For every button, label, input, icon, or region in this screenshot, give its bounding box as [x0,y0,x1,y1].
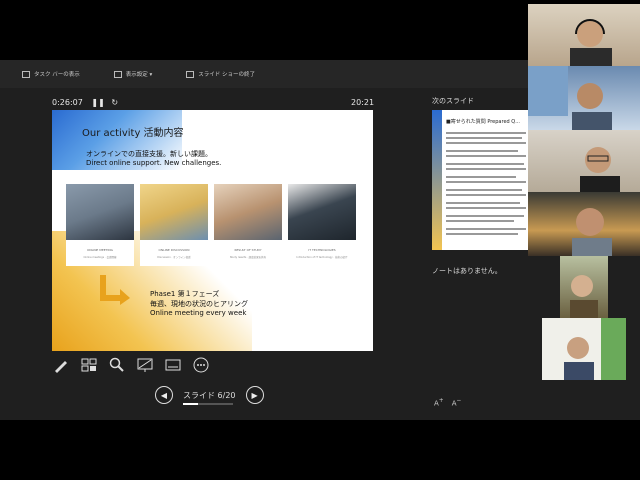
chevron-right-icon: ▶ [251,390,258,400]
next-slide-line [446,220,514,222]
next-slide-line [446,189,522,191]
photo-card: IT TECHNOLOGIES Introduction of IT techn… [288,184,356,266]
photo-subcaption: Study results · 調査結果を共有 [229,256,267,259]
person-avatar [570,275,598,318]
next-slide-line [446,150,518,152]
more-options-icon[interactable] [192,356,210,374]
taskbar-toggle-button[interactable]: タスク バーの表示 [22,70,80,78]
next-slide-preview[interactable]: ■寄せられた質問 Prepared Q... [432,110,532,250]
next-slide-line [446,142,526,144]
participant-video-3[interactable] [528,130,640,192]
photo-image [66,184,134,240]
slide-subtitle-en: Direct online support. New challenges. [86,159,222,167]
photo-card: ONLINE DISCUSSION Discussion · オンライン協議 [140,184,208,266]
next-slide-line [446,228,526,230]
slide-navigation: ◀ スライド 6/20 ▶ [155,386,264,405]
taskbar-label: タスク バーの表示 [34,72,80,78]
notes-font-controls: A+ A− [434,398,461,407]
participant-video-6[interactable] [542,318,626,380]
photo-caption: RESULT OF STUDY [234,248,262,252]
person-headset-avatar [570,19,612,66]
end-slideshow-label: スライド ショーの終了 [198,72,256,78]
person-avatar [564,337,594,380]
slide-photo-row: ONLINE MEETING Online meetings · 会議開催 ON… [66,184,356,266]
phase-jp: 毎週、現地の状況のヒアリング [150,299,248,308]
current-slide[interactable]: Our activity 活動内容 オンラインでの直接支援。新しい課題。 Dir… [52,110,373,351]
participant-video-5[interactable] [560,256,608,318]
phase-text: Phase1 第１フェーズ 毎週、現地の状況のヒアリング Online meet… [150,290,248,319]
photo-subcaption: Online meetings · 会議開催 [83,256,117,259]
participant-video-2[interactable] [528,66,640,130]
next-slide-title: ■寄せられた質問 Prepared Q... [446,119,520,125]
slide-subtitle: オンラインでの直接支援。新しい課題。 Direct online support… [86,150,221,168]
black-screen-icon[interactable] [136,356,154,374]
photo-subcaption: Introduction of IT technology · 技術の紹介 [296,256,348,259]
elapsed-time: 0:26:07 [52,98,83,107]
photo-image [214,184,282,240]
zoom-icon[interactable] [108,356,126,374]
next-slide-label: 次のスライド [432,97,474,105]
clock: 20:21 [351,98,375,107]
next-slide-gradient [432,110,442,250]
next-slide-line [446,168,526,170]
next-slide-line [446,155,526,157]
photo-caption: IT TECHNOLOGIES [308,248,336,252]
subtitles-icon[interactable] [164,356,182,374]
photo-caption: ONLINE MEETING [87,248,113,252]
next-slide-line [446,215,524,217]
slide-counter: スライド 6/20 [183,390,236,405]
all-slides-icon[interactable] [80,356,98,374]
slide-counter-text: スライド 6/20 [183,390,236,400]
end-slideshow-button[interactable]: スライド ショーの終了 [186,70,255,78]
photo-card: ONLINE MEETING Online meetings · 会議開催 [66,184,134,266]
next-slide-line [446,233,518,235]
next-slide-line [446,132,526,134]
phase-title: Phase1 第１フェーズ [150,290,220,298]
next-slide-line [446,194,526,196]
person-avatar [572,208,612,256]
arrow-graphic [100,275,130,305]
participant-video-4[interactable] [528,192,640,256]
participant-video-1[interactable] [528,4,640,66]
next-slide-line [446,207,526,209]
person-glasses-avatar [580,147,620,192]
taskbar-icon [22,70,30,78]
person-avatar [528,66,612,130]
decrease-font-button[interactable]: A− [452,398,462,407]
pen-icon[interactable] [52,356,70,374]
pause-icon[interactable]: ❚❚ [91,98,104,107]
restart-icon[interactable]: ↻ [111,98,118,107]
next-slide-line [446,176,516,178]
display-settings-label: 表示設定 ▾ [125,72,153,78]
progress-fill [183,402,198,405]
slide-subtitle-jp: オンラインでの直接支援。新しい課題。 [86,150,212,158]
display-icon [113,70,122,78]
slide-tools [52,356,210,374]
next-slide-line [446,181,526,183]
display-settings-button[interactable]: 表示設定 ▾ [113,70,153,78]
photo-subcaption: Discussion · オンライン協議 [157,256,191,259]
next-slide-button[interactable]: ▶ [245,386,264,404]
increase-font-button[interactable]: A+ [434,398,444,407]
photo-caption: ONLINE DISCUSSION [158,248,190,252]
previous-slide-button[interactable]: ◀ [155,386,173,404]
presenter-toolbar: タスク バーの表示 表示設定 ▾ スライド ショーの終了 [0,60,528,88]
phase-en: Online meeting every week [150,309,247,317]
elapsed-timer: 0:26:07 ❚❚ ↻ [52,98,118,107]
photo-image [140,184,208,240]
chevron-left-icon: ◀ [160,390,168,400]
speaker-notes: ノートはありません。 [432,267,502,275]
slide-title: Our activity 活動内容 [82,128,184,139]
photo-card: RESULT OF STUDY Study results · 調査結果を共有 [214,184,282,266]
next-slide-line [446,202,520,204]
next-slide-line [446,137,522,139]
photo-image [288,184,356,240]
end-show-icon [186,70,195,78]
next-slide-line [446,163,524,165]
